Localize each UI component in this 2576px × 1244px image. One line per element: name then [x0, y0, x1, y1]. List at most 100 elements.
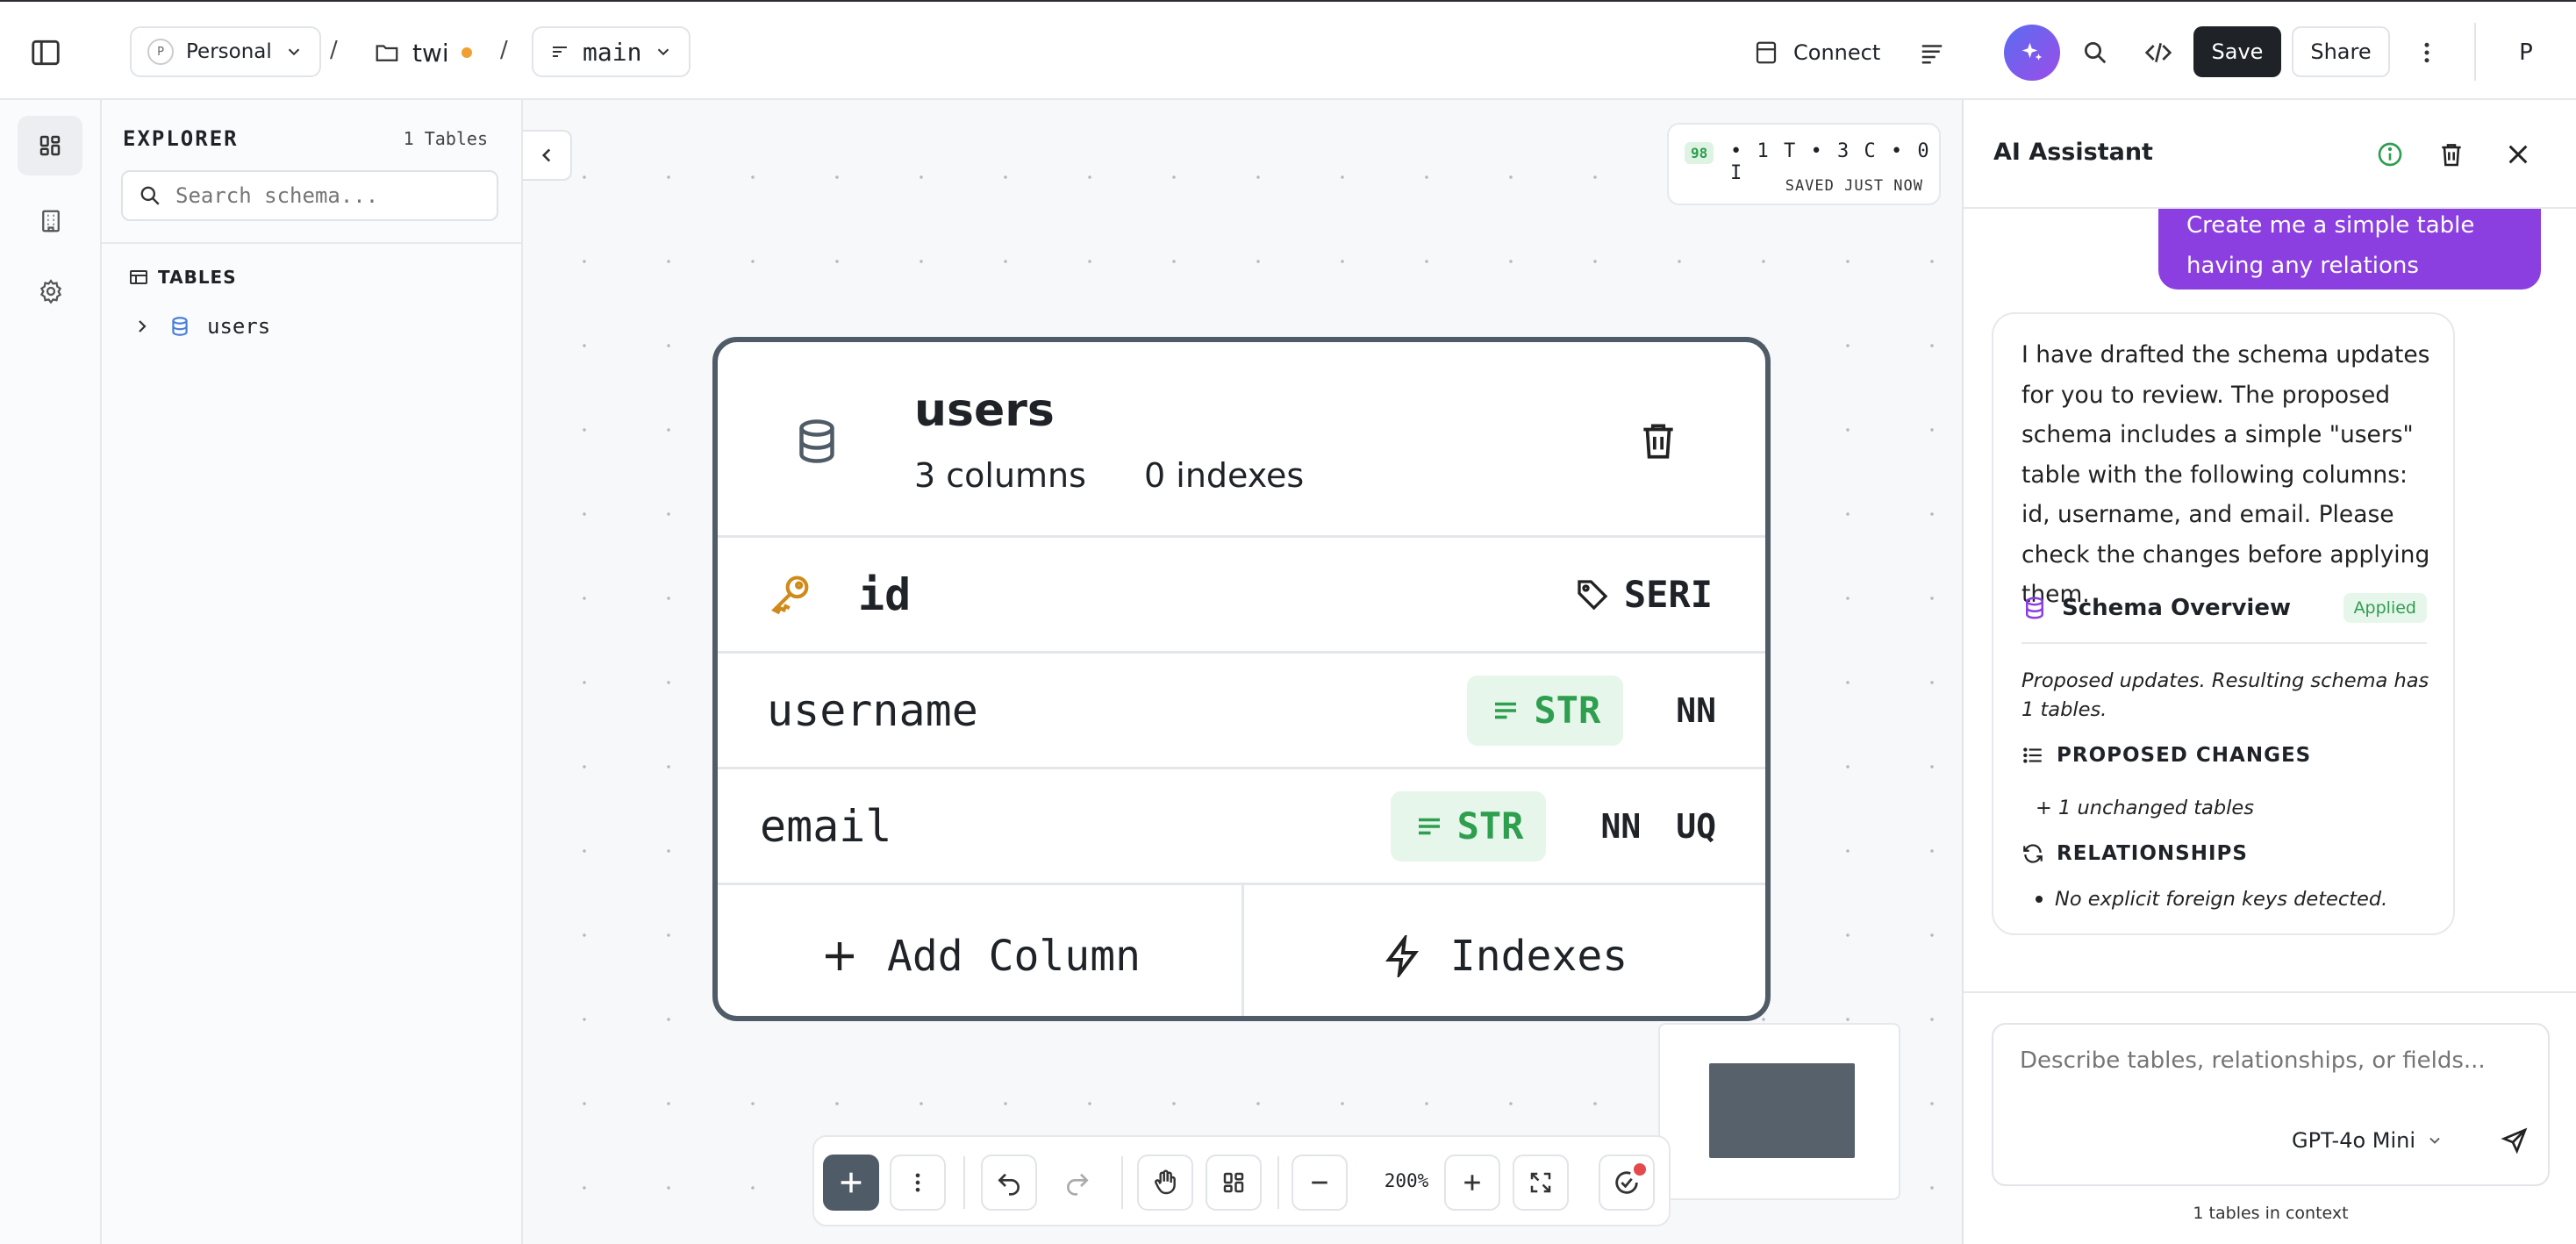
unique-flag: UQ	[1676, 806, 1716, 846]
plus-icon	[826, 941, 854, 970]
align-left-icon	[1921, 45, 1943, 64]
send-icon	[2501, 1127, 2528, 1155]
model-selector[interactable]: GPT-4o Mini	[2292, 1128, 2444, 1153]
schema-search[interactable]	[121, 170, 498, 221]
branch-selector[interactable]: main	[532, 26, 691, 77]
project-label: twi	[412, 38, 449, 68]
fit-view-button[interactable]	[1513, 1155, 1569, 1211]
delete-table-button[interactable]	[1630, 412, 1686, 468]
redo-icon	[1067, 1173, 1089, 1196]
minimap[interactable]	[1658, 1023, 1900, 1200]
save-label: Save	[2211, 39, 2264, 64]
ai-assistant-toggle[interactable]	[2004, 25, 2060, 81]
close-assistant-button[interactable]	[2499, 135, 2537, 174]
assistant-info-button[interactable]	[2371, 135, 2409, 174]
more-vertical-icon	[915, 1173, 920, 1192]
search-icon	[2085, 42, 2107, 64]
not-null-flag: NN	[1600, 806, 1642, 846]
toggle-sidebar-button[interactable]	[26, 33, 65, 72]
top-bar: P Personal / twi / main Connect Save Sha…	[0, 0, 2576, 100]
redo-button[interactable]	[1049, 1155, 1106, 1211]
database-connect-icon	[1756, 41, 1777, 64]
column-type: STR	[1390, 790, 1547, 862]
indexes-button[interactable]: Indexes	[1244, 885, 1765, 1016]
unchanged-tables: + 1 unchanged tables	[2036, 797, 2254, 819]
column-name: email	[760, 800, 892, 852]
more-vertical-icon	[2424, 42, 2429, 63]
toolbar-more-button[interactable]	[890, 1155, 946, 1211]
health-check-button[interactable]	[1599, 1155, 1655, 1211]
nav-settings-button[interactable]	[32, 272, 70, 311]
zoom-out-button[interactable]	[1292, 1155, 1348, 1211]
undo-button[interactable]	[981, 1155, 1037, 1211]
explorer-table-count: 1 Tables	[403, 128, 488, 149]
tag-icon	[1578, 579, 1608, 610]
database-icon	[2026, 597, 2043, 619]
zoom-in-button[interactable]	[1444, 1155, 1500, 1211]
notification-dot	[1634, 1163, 1646, 1176]
building-icon	[42, 210, 60, 232]
chat-composer: GPT-4o Mini	[1992, 1023, 2550, 1186]
explorer-table-item[interactable]: users	[132, 307, 270, 346]
schema-explorer: EXPLORER 1 Tables TABLES users	[102, 100, 523, 1244]
workspace-selector[interactable]: P Personal	[130, 26, 321, 77]
table-card-users[interactable]: users 3 columns 0 indexes id SERI userna…	[712, 337, 1771, 1021]
toolbar-divider	[1277, 1156, 1279, 1209]
schema-canvas[interactable]: 98 • 1 T • 3 C • 0 I SAVED JUST NOW user…	[523, 100, 1962, 1244]
collapse-explorer-button[interactable]	[523, 130, 572, 181]
code-icon	[2144, 43, 2172, 62]
send-button[interactable]	[2495, 1121, 2534, 1160]
nav-schema-button[interactable]	[18, 116, 82, 175]
add-table-button[interactable]	[823, 1155, 879, 1211]
user-avatar[interactable]: P	[2504, 33, 2548, 72]
chat-input[interactable]	[2020, 1047, 2529, 1091]
folder-icon	[376, 45, 398, 61]
save-button[interactable]: Save	[2193, 26, 2281, 77]
column-badges: STR NN UQ	[1390, 790, 1716, 862]
pan-tool-button[interactable]	[1137, 1155, 1193, 1211]
column-row-id[interactable]: id SERI	[718, 535, 1765, 651]
column-type: STR	[1467, 675, 1624, 746]
column-row-username[interactable]: username STR NN	[718, 651, 1765, 767]
table-card-indexes-count: 0 indexes	[1144, 456, 1305, 495]
connect-label: Connect	[1793, 40, 1881, 65]
gear-icon	[39, 279, 62, 304]
tables-section-label: TABLES	[158, 267, 237, 288]
add-column-button[interactable]: Add Column	[718, 885, 1244, 1016]
connect-button[interactable]: Connect	[1753, 28, 1880, 77]
trash-icon	[1643, 424, 1673, 459]
column-type-label: SERI	[1623, 573, 1713, 616]
trash-icon	[2442, 144, 2461, 167]
user-message: Create me a simple table having any rela…	[2158, 209, 2541, 290]
search-button[interactable]	[2076, 33, 2114, 72]
format-button[interactable]	[1913, 33, 1951, 72]
breadcrumb-separator: /	[330, 37, 338, 63]
key-icon	[771, 575, 809, 614]
schema-overview-header[interactable]: Schema Overview Applied	[2021, 593, 2427, 623]
clear-chat-button[interactable]	[2432, 135, 2471, 174]
refresh-icon	[2023, 844, 2043, 863]
table-card-actions: Add Column Indexes	[718, 883, 1765, 1016]
nav-organization-button[interactable]	[32, 202, 70, 240]
layout-grid-icon	[1223, 1172, 1244, 1193]
close-icon	[2508, 145, 2528, 164]
toolbar-divider	[1121, 1156, 1123, 1209]
share-button[interactable]: Share	[2292, 26, 2390, 77]
chevron-down-icon	[288, 48, 299, 56]
project-selector[interactable]: twi	[374, 28, 472, 77]
toolbar-divider	[963, 1156, 965, 1209]
proposed-changes-header: PROPOSED CHANGES	[2021, 744, 2311, 767]
schema-search-input[interactable]	[175, 183, 456, 208]
auto-layout-button[interactable]	[1206, 1155, 1262, 1211]
column-badges: STR NN	[1467, 675, 1716, 746]
more-options-button[interactable]	[2409, 33, 2444, 72]
user-initial: P	[2519, 39, 2533, 66]
ai-assistant-panel: AI Assistant Create me a simple table ha…	[1962, 100, 2576, 1244]
code-view-button[interactable]	[2139, 33, 2178, 72]
column-row-email[interactable]: email STR NN UQ	[718, 767, 1765, 883]
chat-scroll[interactable]: Create me a simple table having any rela…	[1964, 209, 2576, 990]
indexes-label: Indexes	[1449, 931, 1628, 981]
not-null-flag: NN	[1676, 690, 1716, 730]
table-card-icon	[788, 412, 846, 470]
assistant-message: I have drafted the schema updates for yo…	[1992, 312, 2455, 935]
